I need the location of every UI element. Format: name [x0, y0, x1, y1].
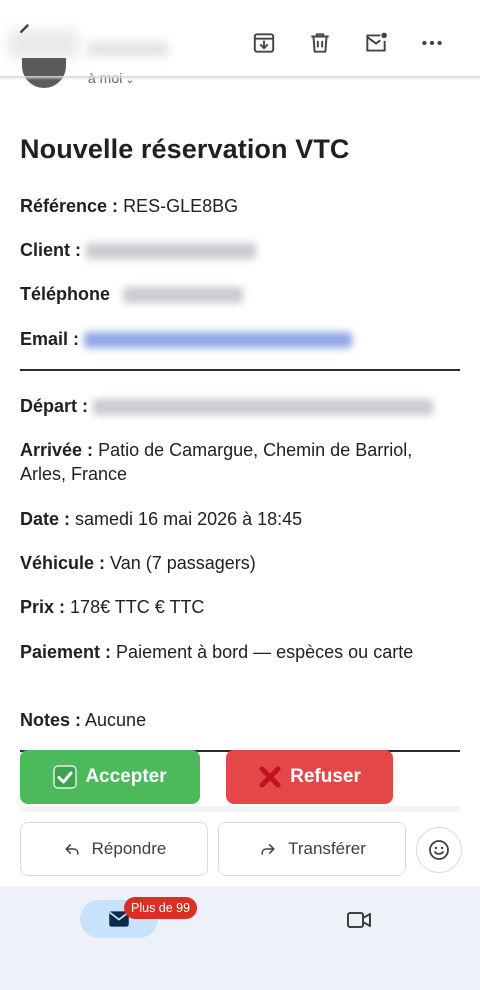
notes-label: Notes : — [20, 710, 82, 730]
blurred-sender-name — [88, 42, 168, 56]
paiement-row: Paiement : Paiement à bord — espèces ou … — [20, 640, 460, 664]
more-icon[interactable] — [404, 28, 460, 58]
date-label: Date : — [20, 509, 71, 529]
reference-value: RES-GLE8BG — [123, 196, 239, 216]
back-arrow-icon[interactable] — [10, 18, 40, 48]
depart-label: Départ : — [20, 396, 89, 416]
telephone-label: Téléphone — [20, 284, 111, 304]
forward-label: Transférer — [288, 839, 366, 858]
cross-mark-icon — [258, 765, 282, 789]
date-value: samedi 16 mai 2026 à 18:45 — [75, 509, 303, 529]
email-label: Email : — [20, 329, 80, 349]
blurred-client-value — [86, 243, 257, 260]
depart-row: Départ : — [20, 394, 460, 418]
forward-button[interactable]: Transférer — [218, 822, 406, 876]
avatar[interactable] — [22, 58, 66, 88]
blurred-telephone-value — [123, 287, 244, 304]
toolbar — [236, 28, 460, 58]
prix-label: Prix : — [20, 597, 66, 617]
refuse-button[interactable]: Refuser — [226, 750, 393, 804]
notes-row: Notes : Aucune — [20, 708, 460, 732]
mail-title: Nouvelle réservation VTC — [20, 134, 350, 164]
vehicule-label: Véhicule : — [20, 553, 106, 573]
forward-icon — [261, 844, 275, 855]
client-label: Client : — [20, 240, 81, 260]
telephone-row: Téléphone — [20, 282, 460, 306]
accept-button[interactable]: Accepter — [20, 750, 200, 804]
prix-row: Prix : 178€ TTC € TTC — [20, 595, 460, 619]
mark-unread-icon[interactable] — [348, 28, 404, 58]
date-row: Date : samedi 16 mai 2026 à 18:45 — [20, 507, 460, 531]
archive-icon[interactable] — [236, 28, 292, 58]
vehicule-value: Van (7 passagers) — [110, 553, 256, 573]
reference-label: Référence : — [20, 196, 119, 216]
reply-button[interactable]: Répondre — [20, 822, 208, 876]
paiement-value: Paiement à bord — espèces ou carte — [116, 642, 414, 662]
accept-label: Accepter — [85, 766, 167, 787]
paiement-label: Paiement : — [20, 642, 112, 662]
email-row: Email : — [20, 327, 460, 351]
notes-value: Aucune — [85, 710, 147, 730]
divider — [20, 369, 460, 371]
emoji-reaction-button[interactable] — [416, 827, 462, 873]
video-icon[interactable] — [345, 906, 373, 934]
top-app-bar: à moi⌄ — [0, 0, 480, 88]
client-row: Client : — [20, 238, 460, 262]
unread-badge: Plus de 99 — [124, 897, 198, 919]
smiley-icon — [429, 840, 449, 860]
reference-row: Référence : RES-GLE8BG — [20, 194, 460, 218]
reply-label: Répondre — [91, 839, 167, 858]
arrivee-row: Arrivée : Patio de Camargue, Chemin de B… — [20, 438, 460, 486]
check-mark-icon — [53, 765, 77, 789]
arrivee-label: Arrivée : — [20, 440, 94, 460]
prix-value: 178€ TTC € TTC — [70, 597, 205, 617]
vehicule-row: Véhicule : Van (7 passagers) — [20, 551, 460, 575]
scroll-strip — [20, 806, 460, 812]
refuse-label: Refuser — [290, 766, 361, 787]
delete-icon[interactable] — [292, 28, 348, 58]
blurred-depart-value — [93, 399, 434, 416]
toolbar-divider — [0, 76, 480, 80]
reply-icon — [65, 844, 79, 855]
bottom-navigation: Plus de 99 — [0, 886, 480, 990]
blurred-email-link[interactable] — [84, 332, 353, 349]
